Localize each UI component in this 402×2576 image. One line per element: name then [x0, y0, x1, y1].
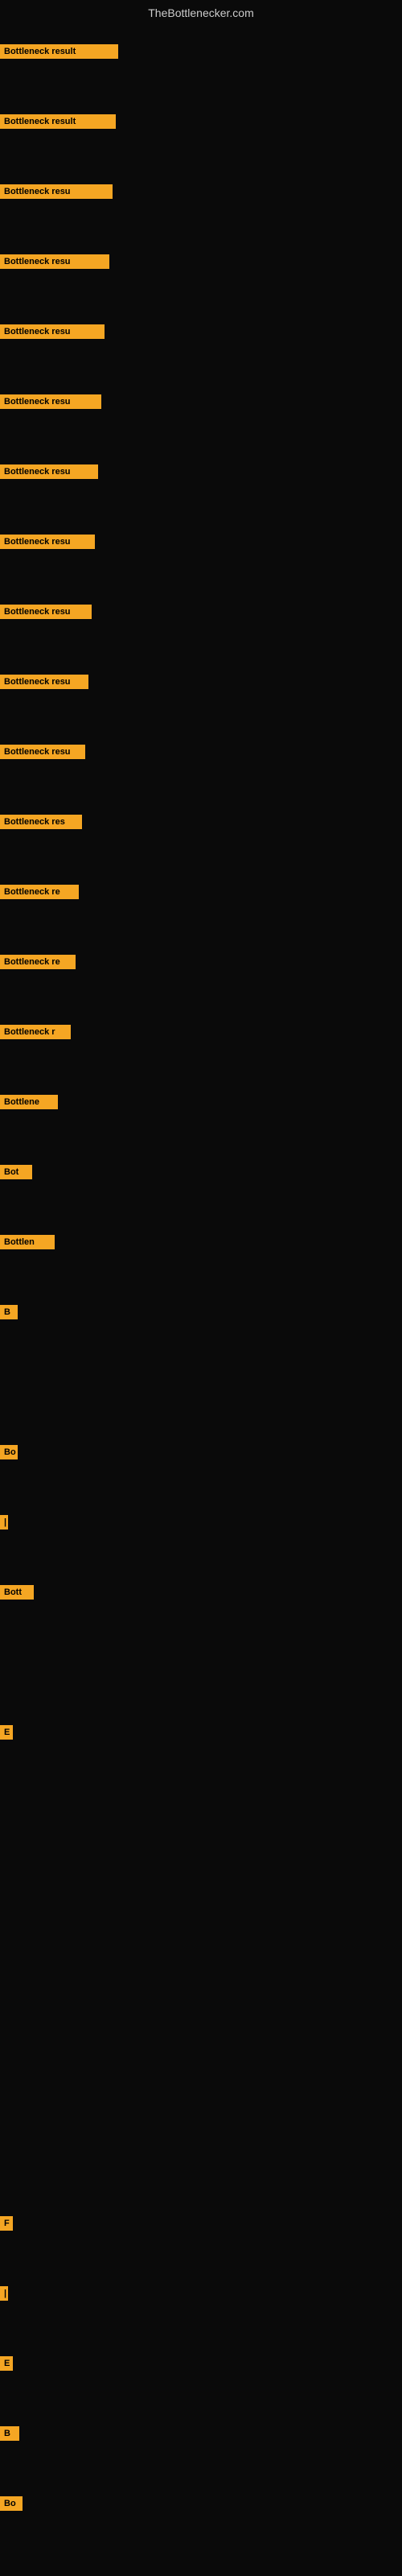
bar-row-13: Bottleneck re — [0, 955, 76, 969]
bar-row-16: Bot — [0, 1165, 32, 1179]
bar-row-23: F — [0, 2216, 13, 2231]
bar-label-8: Bottleneck resu — [0, 605, 92, 619]
bar-label-7: Bottleneck resu — [0, 535, 95, 549]
bar-label-18: B — [0, 1305, 18, 1319]
bar-row-22: E — [0, 1725, 13, 1740]
bar-row-7: Bottleneck resu — [0, 535, 95, 549]
bar-row-8: Bottleneck resu — [0, 605, 92, 619]
bar-row-19: Bo — [0, 1445, 18, 1459]
bar-label-20: | — [0, 1515, 8, 1530]
bar-label-21: Bott — [0, 1585, 34, 1600]
bar-label-15: Bottlene — [0, 1095, 58, 1109]
bar-label-14: Bottleneck r — [0, 1025, 71, 1039]
bar-label-4: Bottleneck resu — [0, 324, 105, 339]
bar-row-17: Bottlen — [0, 1235, 55, 1249]
bar-label-11: Bottleneck res — [0, 815, 82, 829]
bar-label-27: Bo — [0, 2496, 23, 2511]
bar-label-1: Bottleneck result — [0, 114, 116, 129]
bar-row-27: Bo — [0, 2496, 23, 2511]
bar-row-0: Bottleneck result — [0, 44, 118, 59]
bar-row-3: Bottleneck resu — [0, 254, 109, 269]
bar-label-0: Bottleneck result — [0, 44, 118, 59]
bar-label-26: B — [0, 2426, 19, 2441]
bar-row-15: Bottlene — [0, 1095, 58, 1109]
bar-label-12: Bottleneck re — [0, 885, 79, 899]
bar-label-19: Bo — [0, 1445, 18, 1459]
bar-label-13: Bottleneck re — [0, 955, 76, 969]
bar-label-22: E — [0, 1725, 13, 1740]
bar-row-26: B — [0, 2426, 19, 2441]
bar-label-17: Bottlen — [0, 1235, 55, 1249]
bar-row-20: | — [0, 1515, 8, 1530]
bar-label-9: Bottleneck resu — [0, 675, 88, 689]
bar-label-10: Bottleneck resu — [0, 745, 85, 759]
site-title: TheBottlenecker.com — [0, 0, 402, 26]
bar-label-16: Bot — [0, 1165, 32, 1179]
bar-label-3: Bottleneck resu — [0, 254, 109, 269]
bar-row-10: Bottleneck resu — [0, 745, 85, 759]
bar-row-6: Bottleneck resu — [0, 464, 98, 479]
bar-row-9: Bottleneck resu — [0, 675, 88, 689]
bar-row-11: Bottleneck res — [0, 815, 82, 829]
bar-row-5: Bottleneck resu — [0, 394, 101, 409]
bar-row-2: Bottleneck resu — [0, 184, 113, 199]
bar-label-24: | — [0, 2286, 8, 2301]
bar-label-6: Bottleneck resu — [0, 464, 98, 479]
bar-row-18: B — [0, 1305, 18, 1319]
bar-row-14: Bottleneck r — [0, 1025, 71, 1039]
bar-row-12: Bottleneck re — [0, 885, 79, 899]
bar-label-25: E — [0, 2356, 13, 2371]
bar-label-2: Bottleneck resu — [0, 184, 113, 199]
bar-row-1: Bottleneck result — [0, 114, 116, 129]
bar-row-25: E — [0, 2356, 13, 2371]
bar-label-5: Bottleneck resu — [0, 394, 101, 409]
bar-row-21: Bott — [0, 1585, 34, 1600]
bar-label-23: F — [0, 2216, 13, 2231]
bar-row-4: Bottleneck resu — [0, 324, 105, 339]
bar-row-24: | — [0, 2286, 8, 2301]
